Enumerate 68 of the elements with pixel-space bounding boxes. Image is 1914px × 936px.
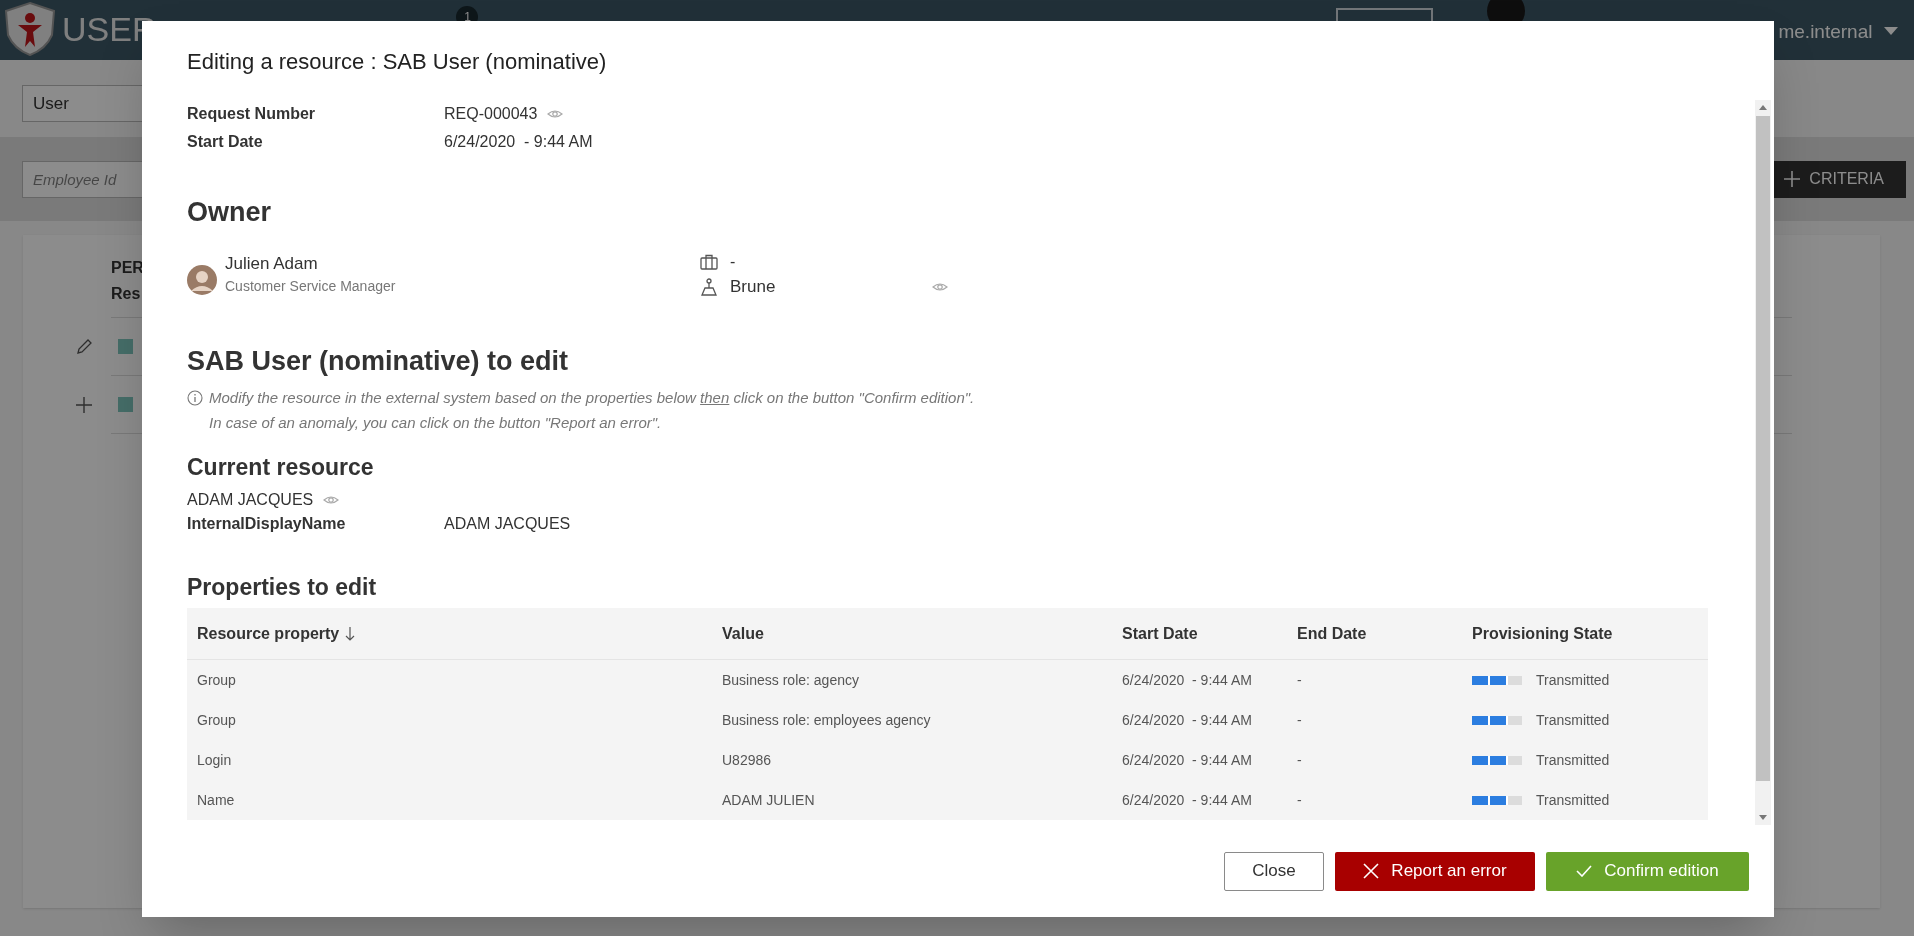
- section-heading: Properties to edit: [187, 573, 378, 600]
- caret-icon[interactable]: [1884, 27, 1899, 35]
- instruction-text: Modify the resource in the external system based on the properties below then click on the button "Confirm edition".: [209, 388, 975, 408]
- section-heading: Owner: [187, 196, 273, 226]
- select-value: User: [33, 92, 69, 115]
- eye-icon[interactable]: [547, 108, 564, 120]
- table-cell-text: Group: [197, 670, 237, 690]
- info-icon: [187, 390, 203, 406]
- table-cell-text: Login: [197, 750, 233, 770]
- table-cell-text: 6/24/2020 - 9:44 AM: [1122, 670, 1253, 690]
- table-cell-text: ADAM JULIEN: [722, 790, 816, 810]
- column-header[interactable]: Provisioning State: [1472, 621, 1708, 646]
- scrollbar-thumb[interactable]: [1756, 116, 1770, 781]
- avatar-icon: [187, 265, 217, 295]
- check-icon: [1576, 865, 1593, 877]
- column-header[interactable]: Value: [722, 621, 1122, 646]
- briefcase-icon: [700, 254, 718, 270]
- square-icon: [118, 339, 133, 354]
- plus-icon[interactable]: [75, 395, 93, 414]
- table-cell-text: Business role: employees agency: [722, 710, 932, 730]
- section-heading: SAB User (nominative) to edit: [187, 345, 570, 375]
- plus-icon: [1783, 170, 1802, 188]
- section-heading: Current resource: [187, 453, 375, 480]
- scroll-down-icon[interactable]: [1759, 815, 1767, 820]
- column-header[interactable]: Start Date: [1122, 621, 1297, 646]
- owner-location: Brune: [730, 276, 777, 299]
- table-cell-text: U82986: [722, 750, 773, 770]
- close-button[interactable]: Close: [1224, 851, 1324, 891]
- table-cell-text: Name: [197, 790, 236, 810]
- scrollbar-track[interactable]: [1755, 100, 1771, 825]
- pencil-icon[interactable]: [75, 337, 93, 356]
- scroll-up-icon[interactable]: [1759, 105, 1767, 110]
- field-label: Start Date: [187, 132, 264, 152]
- field-value: ADAM JACQUES: [444, 513, 571, 534]
- dialog-title: Editing a resource : SAB User (nominative): [187, 48, 607, 76]
- field-value: 6/24/2020 - 9:44 AM: [444, 132, 593, 152]
- user-name[interactable]: me.internal: [1778, 18, 1873, 47]
- logo-icon: [2, 1, 58, 57]
- owner-name: Julien Adam: [225, 253, 319, 275]
- table-cell-text: 6/24/2020 - 9:44 AM: [1122, 750, 1253, 770]
- person-icon: [700, 278, 718, 296]
- owner-job-title: Customer Service Manager: [225, 277, 396, 296]
- table-cell-text: -: [1297, 710, 1303, 730]
- status-text: Transmitted: [1536, 710, 1610, 730]
- table-cell-text: -: [1297, 670, 1303, 690]
- field-label: InternalDisplayName: [187, 513, 347, 534]
- status-text: Transmitted: [1536, 790, 1610, 810]
- table-cell-text: 6/24/2020 - 9:44 AM: [1122, 790, 1253, 810]
- resource-name: ADAM JACQUES: [187, 490, 314, 510]
- eye-icon[interactable]: [323, 494, 340, 506]
- column-header[interactable]: End Date: [1297, 621, 1472, 646]
- status-text: Transmitted: [1536, 750, 1610, 770]
- table-cell-text: -: [1297, 750, 1303, 770]
- table-cell-text: Business role: agency: [722, 670, 860, 690]
- status-text: Transmitted: [1536, 670, 1610, 690]
- eye-icon[interactable]: [932, 281, 948, 293]
- table-cell-text: Group: [197, 710, 237, 730]
- square-icon: [118, 397, 133, 412]
- table-cell-text: -: [1297, 790, 1303, 810]
- owner-organization: -: [730, 252, 736, 272]
- close-icon: [1363, 863, 1380, 879]
- instruction-text: In case of an anomaly, you can click on the button "Report an error".: [209, 413, 663, 433]
- report-error-button[interactable]: Report an error: [1335, 851, 1535, 891]
- column-header: Res: [111, 284, 141, 304]
- table-cell-text: 6/24/2020 - 9:44 AM: [1122, 710, 1253, 730]
- column-header: PER: [111, 258, 144, 278]
- field-value: REQ-000043: [444, 104, 538, 124]
- column-header[interactable]: Resource property: [197, 621, 722, 646]
